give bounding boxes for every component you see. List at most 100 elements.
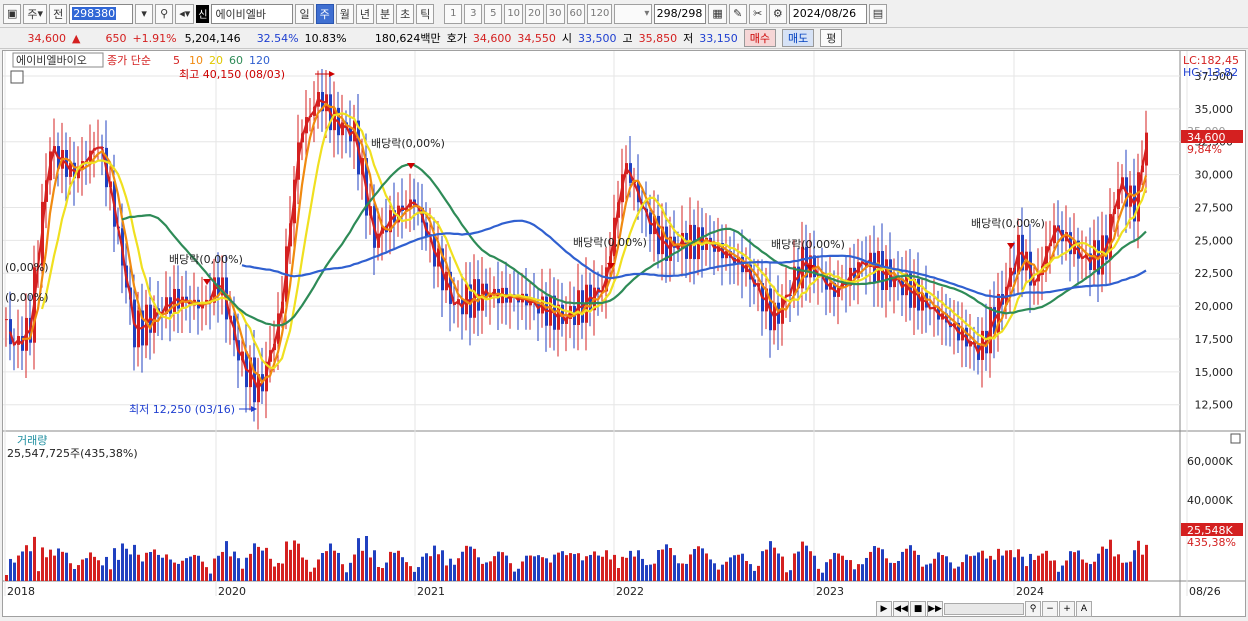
volume-bar xyxy=(61,551,64,581)
scissors-icon[interactable]: ✂ xyxy=(748,3,767,24)
volume-bar xyxy=(777,553,780,581)
interval-30-button[interactable]: 30 xyxy=(545,3,565,24)
stop-icon[interactable]: ■ xyxy=(910,601,926,617)
volume-bar xyxy=(525,555,528,581)
volume-bar xyxy=(617,567,620,581)
volume-bar xyxy=(1073,552,1076,581)
stock-name-field[interactable]: 에이비엘바 xyxy=(211,3,294,24)
volume-bar xyxy=(517,568,520,581)
scroll-right-icon[interactable]: ▶ xyxy=(876,601,892,617)
speaker-icon[interactable]: ◂▾ xyxy=(175,3,195,24)
zoom-in-icon[interactable]: ⚲ xyxy=(1025,601,1041,617)
volume-bar xyxy=(945,556,948,581)
volume-bar xyxy=(565,555,568,581)
last-volume-pct: 435,38% xyxy=(1187,536,1236,549)
volume-bar xyxy=(593,551,596,581)
plus-icon[interactable]: + xyxy=(1059,601,1075,617)
volume-bar xyxy=(153,549,156,581)
average-button[interactable]: 평 xyxy=(820,29,843,47)
scroll-start-icon[interactable]: ◀◀ xyxy=(893,601,909,617)
volume-bar xyxy=(189,556,192,581)
tab-second[interactable]: 초 xyxy=(396,3,415,24)
volume-bar xyxy=(925,564,928,581)
volume-bar xyxy=(253,543,256,581)
table-toggle-icon[interactable] xyxy=(10,70,24,84)
volume-bar xyxy=(109,569,112,581)
last-pct-label: 9,84% xyxy=(1187,143,1222,156)
minus-icon[interactable]: − xyxy=(1042,601,1058,617)
stock-code-input[interactable]: 298380 xyxy=(69,3,134,24)
volume-bar xyxy=(897,560,900,581)
tab-week[interactable]: 주 xyxy=(315,3,334,24)
volume-bar xyxy=(569,553,572,581)
volume-bar xyxy=(521,561,524,581)
chart-scrollbar[interactable] xyxy=(944,603,1024,615)
custom-interval-select[interactable]: ▾ xyxy=(614,3,653,24)
code-dropdown-icon[interactable]: ▾ xyxy=(135,3,154,24)
interval-60-button[interactable]: 60 xyxy=(566,3,586,24)
grid-icon[interactable]: ▦ xyxy=(708,3,727,24)
tools-icon[interactable]: ✎ xyxy=(728,3,747,24)
chart-area[interactable]: 37,50035,00032,50030,00027,50025,00022,5… xyxy=(2,50,1246,617)
y-tick-label: 15,000 xyxy=(1195,366,1234,379)
volume-bar xyxy=(149,551,152,581)
volume-bar xyxy=(29,551,32,581)
volume-bar xyxy=(673,555,676,581)
interval-120-button[interactable]: 120 xyxy=(587,3,613,24)
search-icon[interactable]: ⚲ xyxy=(155,3,174,24)
interval-5-button[interactable]: 5 xyxy=(484,3,503,24)
ask-price-1: 34,600 xyxy=(472,31,512,45)
volume-bar xyxy=(1097,553,1100,581)
volume-bar xyxy=(429,556,432,581)
interval-10-button[interactable]: 10 xyxy=(504,3,524,24)
sell-button[interactable]: 매도 xyxy=(781,29,815,47)
prev-button[interactable]: 전 xyxy=(49,3,68,24)
volume-bar xyxy=(857,564,860,581)
volume-bar xyxy=(929,563,932,581)
dividend-label-1: 배당락(0,00%) xyxy=(371,137,445,150)
volume-bar xyxy=(1121,562,1124,581)
layout-icon[interactable]: ▣ xyxy=(3,3,22,24)
price-chart-svg[interactable]: 37,50035,00032,50030,00027,50025,00022,5… xyxy=(3,51,1245,616)
buy-button[interactable]: 매수 xyxy=(743,29,776,47)
x-tick-label: 08/26 xyxy=(1189,585,1221,598)
volume-panel-close-icon[interactable] xyxy=(1230,433,1241,444)
volume-bar xyxy=(989,555,992,581)
date-field[interactable]: 2024/08/26 xyxy=(788,3,867,24)
volume-bar xyxy=(173,562,176,581)
volume-bar xyxy=(433,545,436,581)
volume-bar xyxy=(585,556,588,581)
volume-bar xyxy=(621,556,624,581)
volume-bar xyxy=(849,560,852,581)
tab-day[interactable]: 일 xyxy=(295,3,314,24)
interval-20-button[interactable]: 20 xyxy=(525,3,544,24)
tab-month[interactable]: 월 xyxy=(335,3,354,24)
text-tool-icon[interactable]: A xyxy=(1076,601,1092,617)
volume-bar xyxy=(685,563,688,581)
period-mode-select[interactable]: 주 ▾ xyxy=(23,3,48,24)
tab-tick[interactable]: 틱 xyxy=(416,3,435,24)
volume-bar xyxy=(1057,571,1060,581)
settings-gear-icon[interactable]: ⚙ xyxy=(768,3,787,24)
tab-minute[interactable]: 분 xyxy=(375,3,395,24)
x-tick-label: 2018 xyxy=(7,585,35,598)
volume-bar xyxy=(861,564,864,581)
calendar-icon[interactable]: ▤ xyxy=(868,3,888,24)
interval-1-button[interactable]: 1 xyxy=(444,3,463,24)
volume-bar xyxy=(57,548,60,581)
volume-bar xyxy=(341,564,344,581)
volume-bar xyxy=(801,541,804,581)
scroll-end-icon[interactable]: ▶▶ xyxy=(927,601,943,617)
volume-bar xyxy=(93,556,96,581)
current-price: 34,600 xyxy=(27,31,67,45)
volume-bar xyxy=(1017,549,1020,581)
volume-bar xyxy=(225,541,228,581)
volume-bar xyxy=(737,554,740,581)
volume-bar xyxy=(545,558,548,581)
interval-3-button[interactable]: 3 xyxy=(464,3,483,24)
volume-bar xyxy=(389,551,392,581)
data-count-field[interactable]: 298/298 xyxy=(654,3,707,24)
volume-bar xyxy=(825,562,828,581)
volume-bar xyxy=(145,552,148,581)
tab-year[interactable]: 년 xyxy=(355,3,374,24)
